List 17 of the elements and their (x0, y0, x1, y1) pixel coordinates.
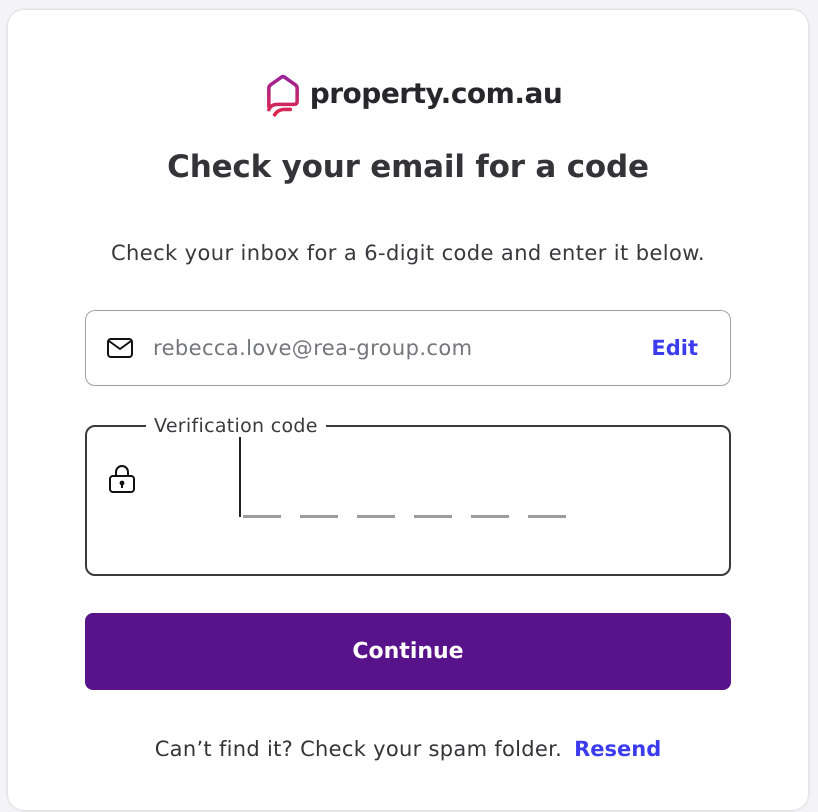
resend-link[interactable]: Resend (574, 735, 662, 763)
lock-icon (109, 464, 135, 492)
page-title: Check your email for a code (166, 148, 650, 187)
digit-slot (528, 515, 566, 518)
spam-folder-hint: Can’t find it? Check your spam folder. (154, 736, 562, 763)
digit-slot (414, 515, 452, 518)
email-field: rebecca.love@rea-group.com Edit (85, 310, 731, 386)
verification-code-field[interactable]: Verification code (85, 415, 731, 576)
digit-slot (243, 515, 281, 518)
envelope-icon (107, 338, 133, 358)
edit-link[interactable]: Edit (651, 336, 698, 360)
digit-slot (300, 515, 338, 518)
logo-wordmark: property.com.au (310, 76, 562, 112)
continue-button[interactable]: Continue (85, 613, 731, 690)
digit-slot (357, 515, 395, 518)
instruction-text: Check your inbox for a 6-digit code and enter it below. (110, 240, 706, 267)
digit-slot (471, 515, 509, 518)
